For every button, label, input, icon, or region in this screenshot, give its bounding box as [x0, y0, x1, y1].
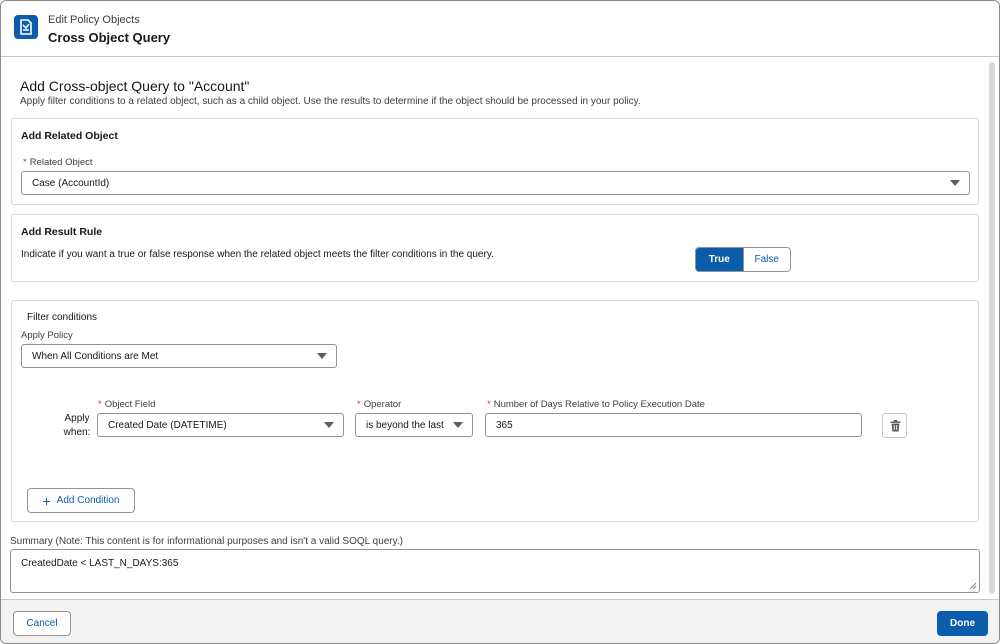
header-subtitle: Edit Policy Objects: [48, 14, 140, 26]
result-toggle: True False: [695, 247, 791, 272]
scrollbar-thumb[interactable]: [989, 62, 995, 594]
done-button[interactable]: Done: [937, 611, 988, 636]
summary-textarea[interactable]: CreatedDate < LAST_N_DAYS:365: [10, 549, 980, 593]
days-input[interactable]: 365: [485, 413, 862, 437]
cancel-button[interactable]: Cancel: [13, 611, 71, 636]
related-object-select[interactable]: Case (AccountId): [21, 171, 970, 195]
chevron-down-icon: [453, 422, 463, 428]
object-field-select[interactable]: Created Date (DATETIME): [97, 413, 344, 437]
operator-select[interactable]: is beyond the last: [355, 413, 473, 437]
trash-icon: [890, 420, 901, 432]
days-value: 365: [496, 419, 513, 431]
days-label: * Number of Days Relative to Policy Execu…: [487, 399, 705, 410]
filter-section-title: Filter conditions: [27, 312, 98, 323]
delete-condition-button[interactable]: [882, 413, 907, 438]
scrollbar[interactable]: [989, 60, 997, 598]
operator-value: is beyond the last: [366, 419, 444, 431]
apply-policy-label: Apply Policy: [21, 330, 73, 341]
false-button[interactable]: False: [742, 248, 790, 271]
chevron-down-icon: [317, 353, 327, 359]
related-object-value: Case (AccountId): [32, 177, 110, 189]
object-field-label: * Object Field: [98, 399, 156, 410]
object-field-value: Created Date (DATETIME): [108, 419, 227, 431]
summary-label: Summary (Note: This content is for infor…: [10, 536, 404, 547]
required-marker: *: [23, 157, 27, 168]
section-title-result-rule: Add Result Rule: [21, 226, 103, 238]
add-condition-button[interactable]: + Add Condition: [27, 488, 135, 513]
chevron-down-icon: [324, 422, 334, 428]
resize-grip-icon[interactable]: [969, 582, 977, 590]
summary-value: CreatedDate < LAST_N_DAYS:365: [21, 558, 179, 569]
related-object-label: * Related Object: [23, 157, 93, 168]
chevron-down-icon: [950, 180, 960, 186]
modal-header: Edit Policy Objects Cross Object Query: [1, 1, 999, 57]
modal-body: Add Cross-object Query to "Account" Appl…: [1, 58, 999, 599]
header-title: Cross Object Query: [48, 30, 171, 45]
related-object-section: Add Related Object * Related Object Case …: [11, 118, 979, 205]
section-title-related-object: Add Related Object: [21, 130, 118, 142]
add-condition-label: Add Condition: [56, 495, 120, 506]
result-rule-description: Indicate if you want a true or false res…: [21, 249, 494, 260]
operator-label: * Operator: [357, 399, 402, 410]
policy-icon: [14, 15, 38, 39]
apply-policy-value: When All Conditions are Met: [32, 350, 159, 362]
page-description: Apply filter conditions to a related obj…: [20, 96, 641, 107]
apply-policy-select[interactable]: When All Conditions are Met: [21, 344, 337, 368]
result-rule-section: Add Result Rule Indicate if you want a t…: [11, 214, 979, 282]
plus-icon: +: [42, 492, 51, 509]
modal-window: Edit Policy Objects Cross Object Query A…: [0, 0, 1000, 644]
page-title: Add Cross-object Query to "Account": [20, 78, 250, 94]
apply-when-label: Apply when:: [63, 413, 91, 438]
true-button[interactable]: True: [696, 248, 743, 271]
filter-conditions-section: Filter conditions Apply Policy When All …: [11, 300, 979, 522]
modal-footer: Cancel Done: [1, 599, 999, 643]
